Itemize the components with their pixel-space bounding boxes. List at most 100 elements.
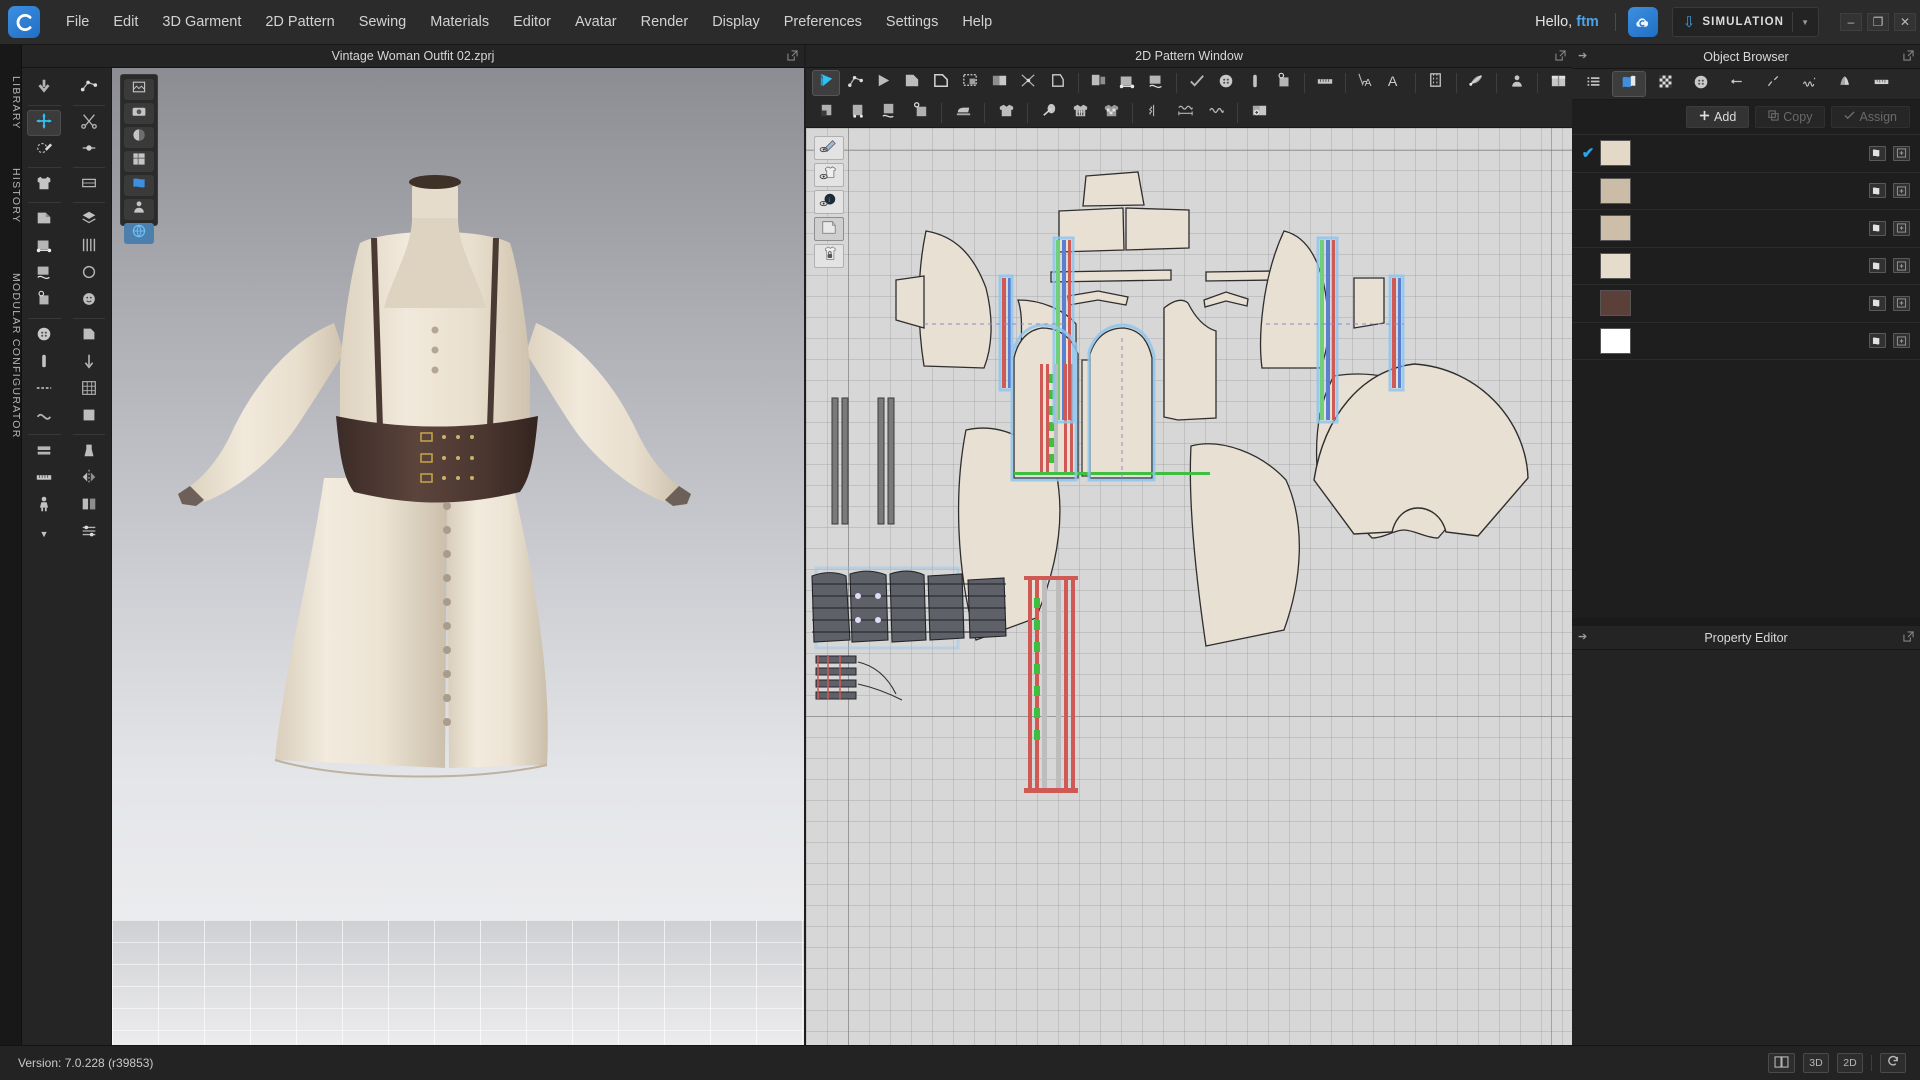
rect-tool[interactable] [72,404,106,430]
gift-box-tool[interactable] [1544,70,1572,96]
object-browser-row[interactable] [1572,210,1920,248]
trace-tool[interactable] [957,70,985,96]
flatten-tool[interactable] [72,172,106,198]
restore-button[interactable]: ❐ [1867,13,1889,31]
round-notch-tool[interactable] [843,100,873,126]
trim-tool[interactable] [27,404,61,430]
menu-item-edit[interactable]: Edit [101,0,150,45]
show-garment-toggle[interactable] [814,163,844,187]
list-tab[interactable] [1576,71,1610,97]
segment-sew-tool[interactable] [27,234,61,260]
segment-sew-2d-tool[interactable] [1113,70,1141,96]
stitch-tab[interactable] [1756,71,1790,97]
edit-notch-tool[interactable] [812,100,842,126]
pin-tool[interactable] [27,520,61,546]
lock-pattern-toggle[interactable] [814,244,844,268]
menu-item-materials[interactable]: Materials [418,0,501,45]
view-2d-button[interactable]: 2D [1837,1053,1863,1073]
fabric-preview-icon[interactable] [1869,333,1886,349]
simulation-mode-selector[interactable]: ⇩ SIMULATION ▼ [1671,7,1819,37]
view-3d-button[interactable]: 3D [1803,1053,1829,1073]
topstitch-tool[interactable] [27,377,61,403]
zipper-tool[interactable] [27,288,61,314]
pleat-tool[interactable] [72,234,106,260]
menu-item-file[interactable]: File [54,0,101,45]
menu-item-preferences[interactable]: Preferences [772,0,874,45]
fabric-roll-tool[interactable] [1034,100,1064,126]
pleat-fold-tool[interactable] [986,70,1014,96]
fabric-preview-icon[interactable] [1869,258,1886,274]
viewport-3d-canvas[interactable] [112,68,804,1045]
menu-item-2d-pattern[interactable]: 2D Pattern [253,0,346,45]
marker-notch-tool[interactable] [905,100,935,126]
fabric-preview-icon[interactable] [1869,183,1886,199]
menu-item-editor[interactable]: Editor [501,0,563,45]
material-color-swatch[interactable] [1600,252,1631,279]
duplicate-icon[interactable] [1893,183,1910,199]
material-color-swatch[interactable] [1600,327,1631,354]
free-sew-tool[interactable] [27,261,61,287]
object-browser-row[interactable] [1572,285,1920,323]
dock-divider[interactable] [1572,618,1920,626]
grid-tool[interactable] [72,377,106,403]
popout-window-icon[interactable] [1555,50,1566,61]
text-tool[interactable]: A [1352,70,1380,96]
tack-tool[interactable] [72,137,106,163]
elastic-tab[interactable] [1792,71,1826,97]
object-browser-row[interactable] [1572,323,1920,360]
sidebar-tab-history[interactable]: HISTORY [0,153,22,233]
select-brush-tool[interactable] [27,137,61,163]
duplicate-icon[interactable] [1893,333,1910,349]
pattern-shirt-tool[interactable] [1096,100,1126,126]
fabric-preview-icon[interactable] [1869,145,1886,161]
sidebar-tab-modular-configurator[interactable]: MODULAR CONFIGURATOR [0,243,22,463]
show-fabric-toggle[interactable] [814,217,844,241]
mirror-paste-tool[interactable] [1085,70,1113,96]
text-style-tool[interactable]: A [1381,70,1409,96]
free-sew-2d-tool[interactable] [1142,70,1170,96]
menu-item-display[interactable]: Display [700,0,772,45]
elastic-wave-tool[interactable] [1201,100,1231,126]
object-browser-row[interactable] [1572,248,1920,285]
edit-pattern-tool[interactable] [812,70,841,96]
fold-arrange-tool[interactable] [27,439,61,465]
avatar-2d-tool[interactable] [1503,70,1531,96]
collapse-arrow-icon[interactable]: ➔ [1578,51,1587,62]
smiley-tool[interactable] [72,288,106,314]
circle-tool[interactable] [72,261,106,287]
elastic-length-tool[interactable] [1170,100,1200,126]
curve-notch-tool[interactable] [874,100,904,126]
cut-sew-tool[interactable] [1015,70,1043,96]
menu-item-settings[interactable]: Settings [874,0,950,45]
menu-item-sewing[interactable]: Sewing [347,0,419,45]
show-info-toggle[interactable]: i [814,190,844,214]
iron-tool[interactable] [948,100,978,126]
close-button[interactable]: ✕ [1894,13,1916,31]
grain-line-tool[interactable] [1422,70,1450,96]
duplicate-icon[interactable] [1893,258,1910,274]
object-browser-row[interactable]: ✔ [1572,135,1920,173]
popout-window-icon[interactable] [787,50,798,61]
object-browser-row[interactable] [1572,173,1920,210]
button-2d-tool[interactable] [1212,70,1240,96]
move-gizmo-tool[interactable] [27,110,62,136]
collapse-arrow-icon[interactable]: ➔ [1578,632,1587,643]
avatar-pose-tool[interactable] [27,493,61,519]
clo-c-logo-icon[interactable] [8,6,40,38]
settings-tool[interactable] [72,520,106,546]
gravity-tool[interactable] [72,350,106,376]
popout-window-icon[interactable] [1903,631,1914,642]
menu-item-render[interactable]: Render [629,0,701,45]
duplicate-icon[interactable] [1893,145,1910,161]
topstitch-tab[interactable] [1720,71,1754,97]
reset-view-button[interactable] [1880,1053,1906,1073]
menu-item-avatar[interactable]: Avatar [563,0,629,45]
menu-item-3d-garment[interactable]: 3D Garment [150,0,253,45]
pattern-3d-tool[interactable] [27,207,61,233]
shirt-tool[interactable] [991,100,1021,126]
mirror-tool[interactable] [72,466,106,492]
show-stitch-toggle[interactable] [814,136,844,160]
fabric-preview-icon[interactable] [1869,295,1886,311]
buttonhole-tool[interactable] [27,350,61,376]
fabric-preview-icon[interactable] [1869,220,1886,236]
